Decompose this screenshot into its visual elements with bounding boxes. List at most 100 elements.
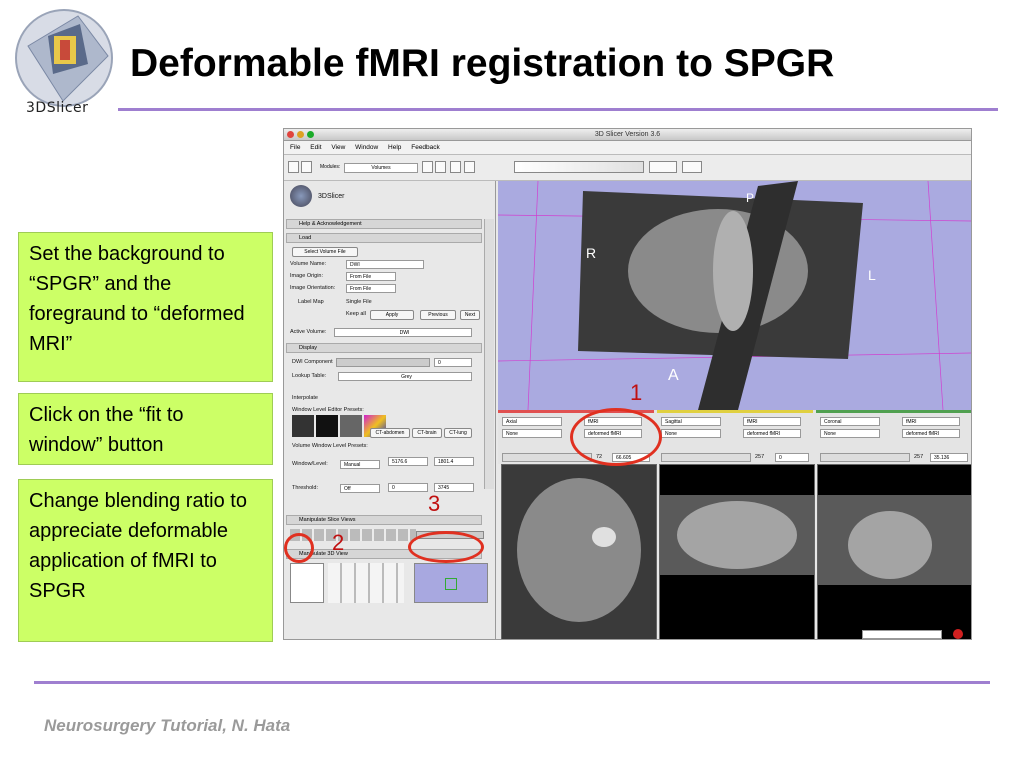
prev-module-icon[interactable] [422, 161, 433, 173]
image-orientation-select[interactable]: From File [346, 284, 396, 293]
module-select[interactable]: Volumes [344, 163, 418, 173]
label-map-checkbox[interactable]: Label Map [298, 299, 324, 305]
orient-label-p: P [746, 191, 755, 205]
layout-icon[interactable] [649, 161, 677, 173]
view-icon[interactable] [682, 161, 702, 173]
select-volume-file-button[interactable]: Select Volume File [292, 247, 358, 257]
minimize-dot-icon[interactable] [297, 131, 304, 138]
preset-ct-brain[interactable]: CT-brain [412, 428, 442, 438]
menu-edit[interactable]: Edit [310, 144, 321, 151]
orient-label-l: L [868, 267, 876, 283]
close-dot-icon[interactable] [287, 131, 294, 138]
preset-thumb-2[interactable] [316, 415, 338, 437]
apply-button[interactable]: Apply [370, 310, 414, 320]
axial-bg-select[interactable]: None [502, 429, 562, 438]
3d-render [497, 180, 971, 411]
image-origin-label: Image Origin: [290, 273, 324, 279]
logo-text: 3DSlicer [26, 100, 89, 116]
coronal-slice-value[interactable]: 35.136 [930, 453, 968, 462]
window-titlebar: 3D Slicer Version 3.6 [284, 129, 971, 141]
sagittal-fg-select[interactable]: fMRI [743, 417, 801, 426]
instruction-note-3: Change blending ratio to appreciate defo… [18, 479, 273, 642]
menu-feedback[interactable]: Feedback [411, 144, 440, 151]
preset-thumb-1[interactable] [292, 415, 314, 437]
menu-view[interactable]: View [331, 144, 345, 151]
display-section-header[interactable]: Display [286, 343, 482, 353]
coronal-orientation-select[interactable]: Coronal [820, 417, 880, 426]
3d-axes-widget[interactable] [290, 563, 324, 603]
axial-slice-view[interactable] [501, 464, 657, 639]
manipulate-slice-header[interactable]: Manipulate Slice Views [286, 515, 482, 525]
coronal-slice-number: 257 [914, 454, 924, 460]
preset-thumb-3[interactable] [340, 415, 362, 437]
3d-view-tool-grid[interactable] [328, 563, 404, 603]
coronal-slice-view[interactable] [817, 464, 971, 639]
callout-circle-2 [284, 533, 314, 563]
sagittal-slice-view[interactable] [659, 464, 815, 639]
level-value-field[interactable]: 1801.4 [434, 457, 474, 466]
volume-name-field[interactable]: DWI [346, 260, 424, 269]
threshold-low-field[interactable]: 0 [388, 483, 428, 492]
coronal-label-select[interactable]: deformed fMRI [902, 429, 960, 438]
3d-navigator-box[interactable] [414, 563, 488, 603]
module-panel-scrollbar[interactable] [484, 219, 494, 489]
preset-ct-lung[interactable]: CT-lung [444, 428, 472, 438]
orient-label-r: R [586, 245, 597, 261]
menu-file[interactable]: File [290, 144, 300, 151]
home-icon[interactable] [288, 161, 299, 173]
sagittal-slice-slider[interactable] [661, 453, 751, 462]
dwi-component-value[interactable]: 0 [434, 358, 472, 367]
image-orientation-label: Image Orientation: [290, 285, 336, 291]
module-search-icon[interactable] [464, 161, 475, 173]
sagittal-label-select[interactable]: deformed fMRI [743, 429, 801, 438]
menu-window[interactable]: Window [355, 144, 378, 151]
threshold-mode-select[interactable]: Off [340, 484, 380, 493]
toolbar: Modules: Volumes [284, 155, 971, 181]
vwl-presets-label: Volume Window Level Presets: [292, 443, 368, 449]
dwi-component-slider[interactable] [336, 358, 430, 367]
module-history-icon[interactable] [450, 161, 461, 173]
previous-button[interactable]: Previous [420, 310, 456, 320]
module-panel: 3DSlicer Help & Acknowledgement Load Sel… [284, 181, 496, 639]
coronal-fg-select[interactable]: fMRI [902, 417, 960, 426]
slicer-screenshot: 3D Slicer Version 3.6 File Edit View Win… [283, 128, 972, 640]
image-origin-select[interactable]: From File [346, 272, 396, 281]
window-level-label: Window/Level: [292, 461, 328, 467]
window-value-field[interactable]: 5176.6 [388, 457, 428, 466]
window-level-mode-select[interactable]: Manual [340, 460, 380, 469]
axial-brain-image [517, 478, 641, 622]
help-section-header[interactable]: Help & Acknowledgement [286, 219, 482, 229]
lookup-table-select[interactable]: Grey [338, 372, 472, 381]
single-file-checkbox[interactable]: Single File [346, 299, 372, 305]
preset-ct-abdomen[interactable]: CT-abdomen [370, 428, 410, 438]
callout-number-3: 3 [428, 491, 441, 516]
error-indicator-icon[interactable] [953, 629, 963, 639]
callout-number-2: 2 [332, 530, 345, 555]
panel-logo-text: 3DSlicer [318, 193, 345, 200]
keep-all-checkbox[interactable]: Keep all [346, 311, 366, 317]
menu-help[interactable]: Help [388, 144, 401, 151]
sagittal-slice-number: 257 [755, 454, 765, 460]
coronal-bg-select[interactable]: None [820, 429, 880, 438]
callout-circle-3 [408, 531, 484, 563]
wl-presets-label: Window Level Editor Presets: [292, 407, 364, 413]
sagittal-orientation-select[interactable]: Sagittal [661, 417, 721, 426]
callout-number-1: 1 [630, 380, 643, 405]
3d-view[interactable]: R L A P [497, 180, 971, 411]
interpolate-checkbox[interactable]: Interpolate [292, 395, 318, 401]
coronal-slice-slider[interactable] [820, 453, 910, 462]
load-section-header[interactable]: Load [286, 233, 482, 243]
next-module-icon[interactable] [435, 161, 446, 173]
zoom-dot-icon[interactable] [307, 131, 314, 138]
save-icon[interactable] [301, 161, 312, 173]
orient-label-a: A [668, 367, 679, 384]
sagittal-bg-select[interactable]: None [661, 429, 721, 438]
axial-orientation-select[interactable]: Axial [502, 417, 562, 426]
active-volume-select[interactable]: DWI [334, 328, 472, 337]
panel-logo-icon [290, 185, 312, 207]
toolbar-icon-strip[interactable] [514, 161, 644, 173]
lookup-table-label: Lookup Table: [292, 373, 327, 379]
footer-divider [34, 681, 990, 684]
sagittal-slice-value[interactable]: 0 [775, 453, 809, 462]
next-button[interactable]: Next [460, 310, 480, 320]
